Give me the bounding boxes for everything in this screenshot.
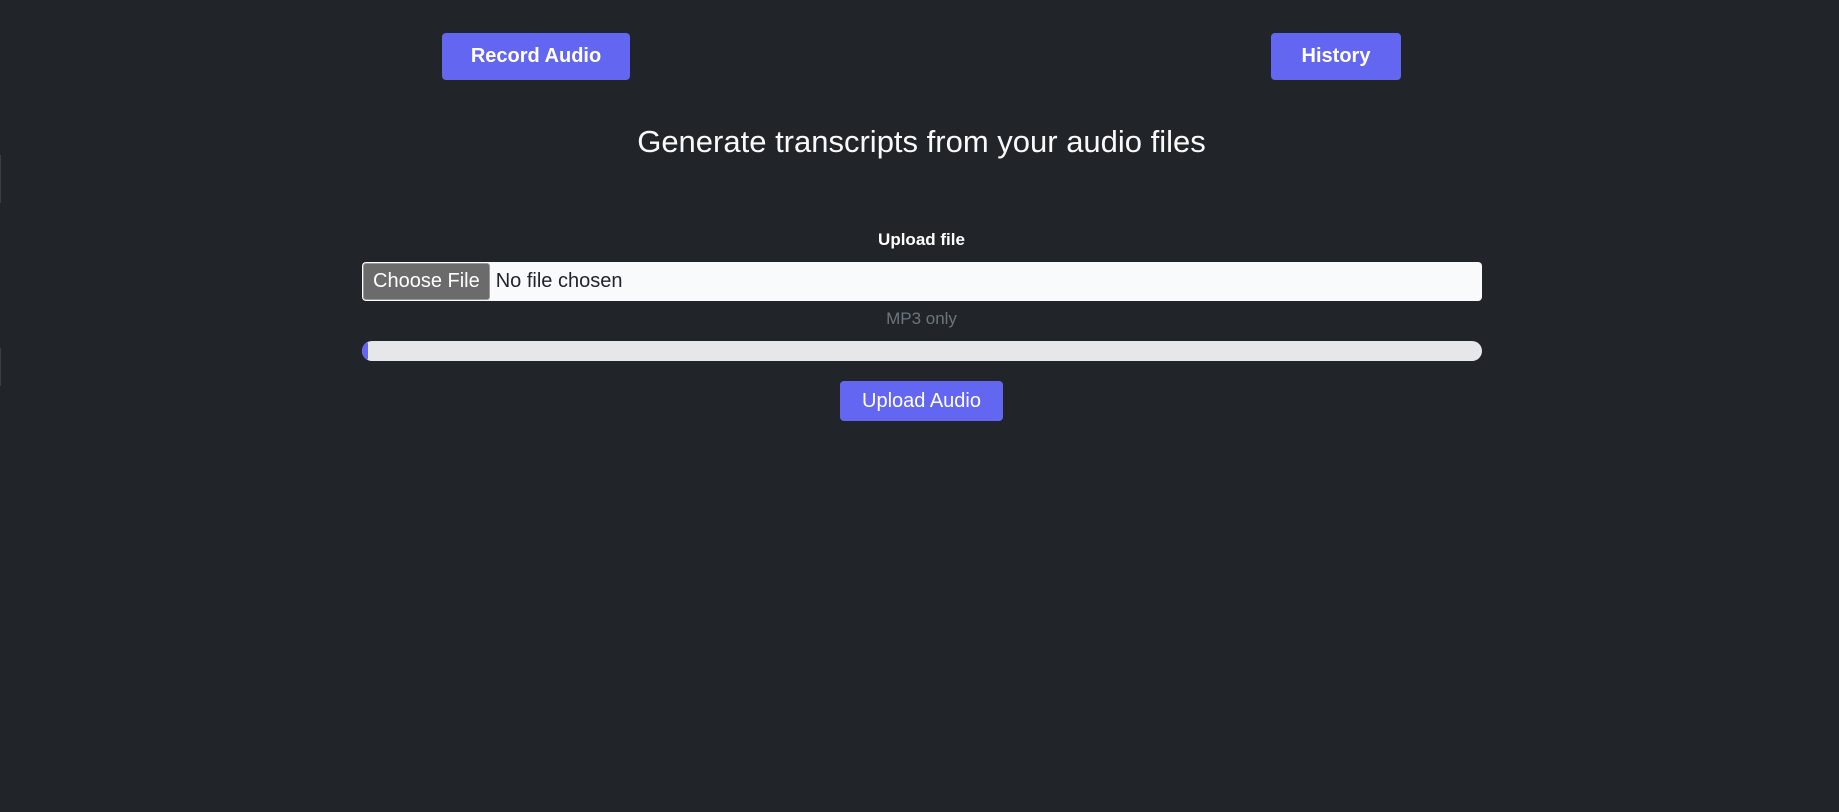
record-audio-button[interactable]: Record Audio xyxy=(442,33,630,80)
page-title: Generate transcripts from your audio fil… xyxy=(637,124,1206,159)
left-edge-divider xyxy=(0,348,1,386)
app-page: Record Audio History Generate transcript… xyxy=(0,0,1839,812)
upload-file-label: Upload file xyxy=(878,230,965,249)
history-button[interactable]: History xyxy=(1271,33,1401,80)
file-input[interactable]: Choose File No file chosen xyxy=(362,262,1482,301)
file-status-text: No file chosen xyxy=(495,270,623,292)
upload-progress-fill xyxy=(362,341,368,361)
left-edge-divider xyxy=(0,155,1,203)
choose-file-button[interactable]: Choose File xyxy=(363,263,490,300)
upload-audio-button[interactable]: Upload Audio xyxy=(840,381,1003,421)
file-type-hint: MP3 only xyxy=(886,309,957,328)
upload-progress-bar xyxy=(362,341,1482,361)
